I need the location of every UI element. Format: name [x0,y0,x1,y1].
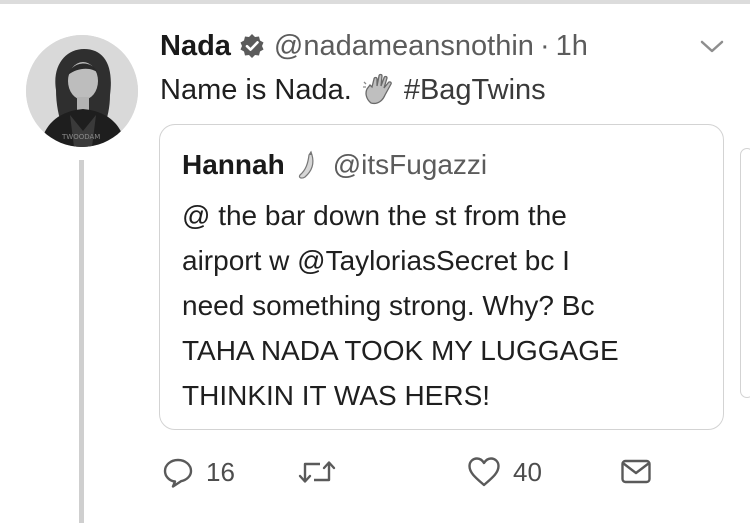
avatar-image: TWOODAM [26,35,138,147]
tweet-text-content: Name is Nada. [160,73,352,106]
envelope-icon [621,459,651,484]
direct-message-button[interactable] [620,452,652,492]
quoted-text-line: airport w @TayloriasSecret bc I [182,245,570,276]
waving-hand-icon [362,73,396,107]
reply-icon [163,458,193,488]
separator-dot: · [539,29,550,62]
like-button[interactable]: 40 [467,452,542,492]
reply-count: 16 [206,456,235,487]
retweet-button[interactable] [298,452,348,492]
quoted-tweet-header: Hannah @itsFugazzi [182,147,487,183]
author-name[interactable]: Nada [160,30,231,63]
action-bar: 16 40 [160,452,660,492]
hashtag-link[interactable]: #BagTwins [404,74,546,107]
retweet-icon [298,461,336,483]
quoted-text-line: TAHA NADA TOOK MY LUGGAGE [182,335,619,366]
thread-line [79,160,84,523]
avatar[interactable]: TWOODAM [26,35,138,147]
author-handle[interactable]: @nadameansnothin [274,30,534,63]
heart-icon [468,457,500,487]
banana-icon [295,150,321,180]
quoted-tweet-text: @ the bar down the st from the airport w… [182,193,712,418]
chevron-down-icon[interactable] [700,40,724,59]
like-count: 40 [513,456,542,487]
quoted-text-line: @ the bar down the st from the [182,200,567,231]
tweet-text: Name is Nada. #BagTwins [160,70,546,110]
avatar-shirt-text: TWOODAM [61,133,100,141]
quoted-author-name: Hannah [182,149,285,180]
side-card-edge [740,148,750,398]
top-divider [0,0,750,4]
timestamp[interactable]: 1h [556,30,588,63]
quoted-text-line: need something strong. Why? Bc [182,290,595,321]
verified-badge-icon [239,33,265,59]
quoted-text-line: THINKIN IT WAS HERS! [182,380,491,411]
quoted-tweet-card[interactable]: Hannah @itsFugazzi @ the bar down the st… [159,124,724,430]
tweet-header: Nada @nadameansnothin · 1h [160,26,588,66]
reply-button[interactable]: 16 [162,452,235,492]
quoted-author-handle: @itsFugazzi [332,149,488,180]
